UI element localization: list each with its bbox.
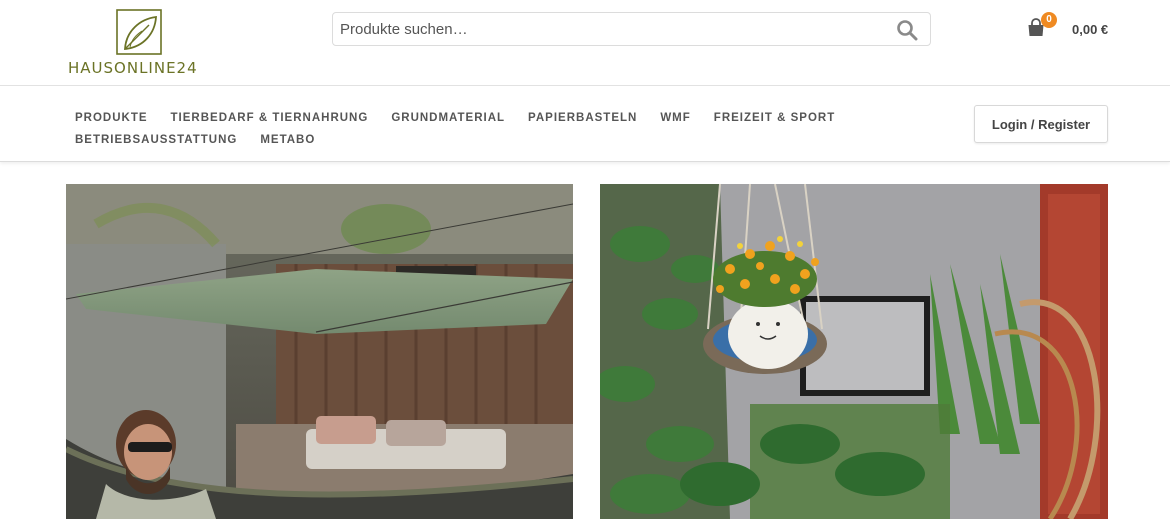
- menu-row-1: PRODUKTE TIERBEDARF & TIERNAHRUNG GRUNDM…: [75, 107, 834, 129]
- leaf-logo-icon: [116, 9, 162, 55]
- cart-count-badge: 0: [1041, 12, 1057, 28]
- cart-total: 0,00 €: [1072, 22, 1109, 37]
- search-bar: [332, 12, 931, 46]
- login-register-button[interactable]: Login / Register: [974, 105, 1108, 143]
- site-logo[interactable]: HAUSONLINE24: [68, 8, 218, 80]
- menu-item-betriebsausstattung[interactable]: BETRIEBSAUSSTATTUNG: [75, 134, 237, 146]
- search-input[interactable]: [333, 13, 883, 45]
- planter-photo: [600, 184, 1108, 519]
- category-menu: PRODUKTE TIERBEDARF & TIERNAHRUNG GRUNDM…: [75, 107, 834, 151]
- site-header: HAUSONLINE24 0 0,00 €: [0, 0, 1170, 86]
- hero-image-planter[interactable]: [600, 184, 1108, 519]
- hammock-photo: [66, 184, 573, 519]
- main-navigation: PRODUKTE TIERBEDARF & TIERNAHRUNG GRUNDM…: [0, 86, 1170, 162]
- menu-item-metabo[interactable]: METABO: [260, 134, 315, 146]
- menu-item-tierbedarf[interactable]: TIERBEDARF & TIERNAHRUNG: [171, 112, 369, 124]
- menu-item-freizeit-sport[interactable]: FREIZEIT & SPORT: [714, 112, 835, 124]
- hero-image-hammock[interactable]: [66, 184, 573, 519]
- logo-text: HAUSONLINE24: [68, 59, 198, 77]
- menu-item-papierbasteln[interactable]: PAPIERBASTELN: [528, 112, 637, 124]
- menu-item-grundmaterial[interactable]: GRUNDMATERIAL: [391, 112, 505, 124]
- search-icon[interactable]: [896, 19, 918, 41]
- cart-button[interactable]: 0 0,00 €: [1026, 12, 1116, 44]
- menu-item-wmf[interactable]: WMF: [660, 112, 690, 124]
- menu-row-2: BETRIEBSAUSSTATTUNG METABO: [75, 129, 815, 151]
- menu-item-produkte[interactable]: PRODUKTE: [75, 112, 148, 124]
